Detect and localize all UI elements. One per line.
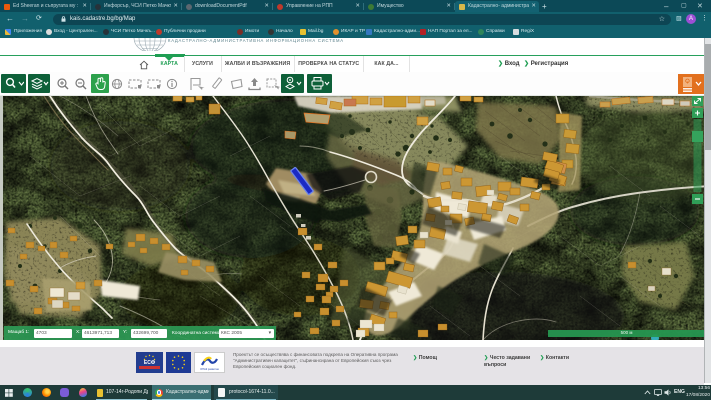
svg-text:ЕСФ: ЕСФ [144, 360, 156, 366]
svg-text:ОПАК развитие: ОПАК развитие [200, 367, 219, 371]
